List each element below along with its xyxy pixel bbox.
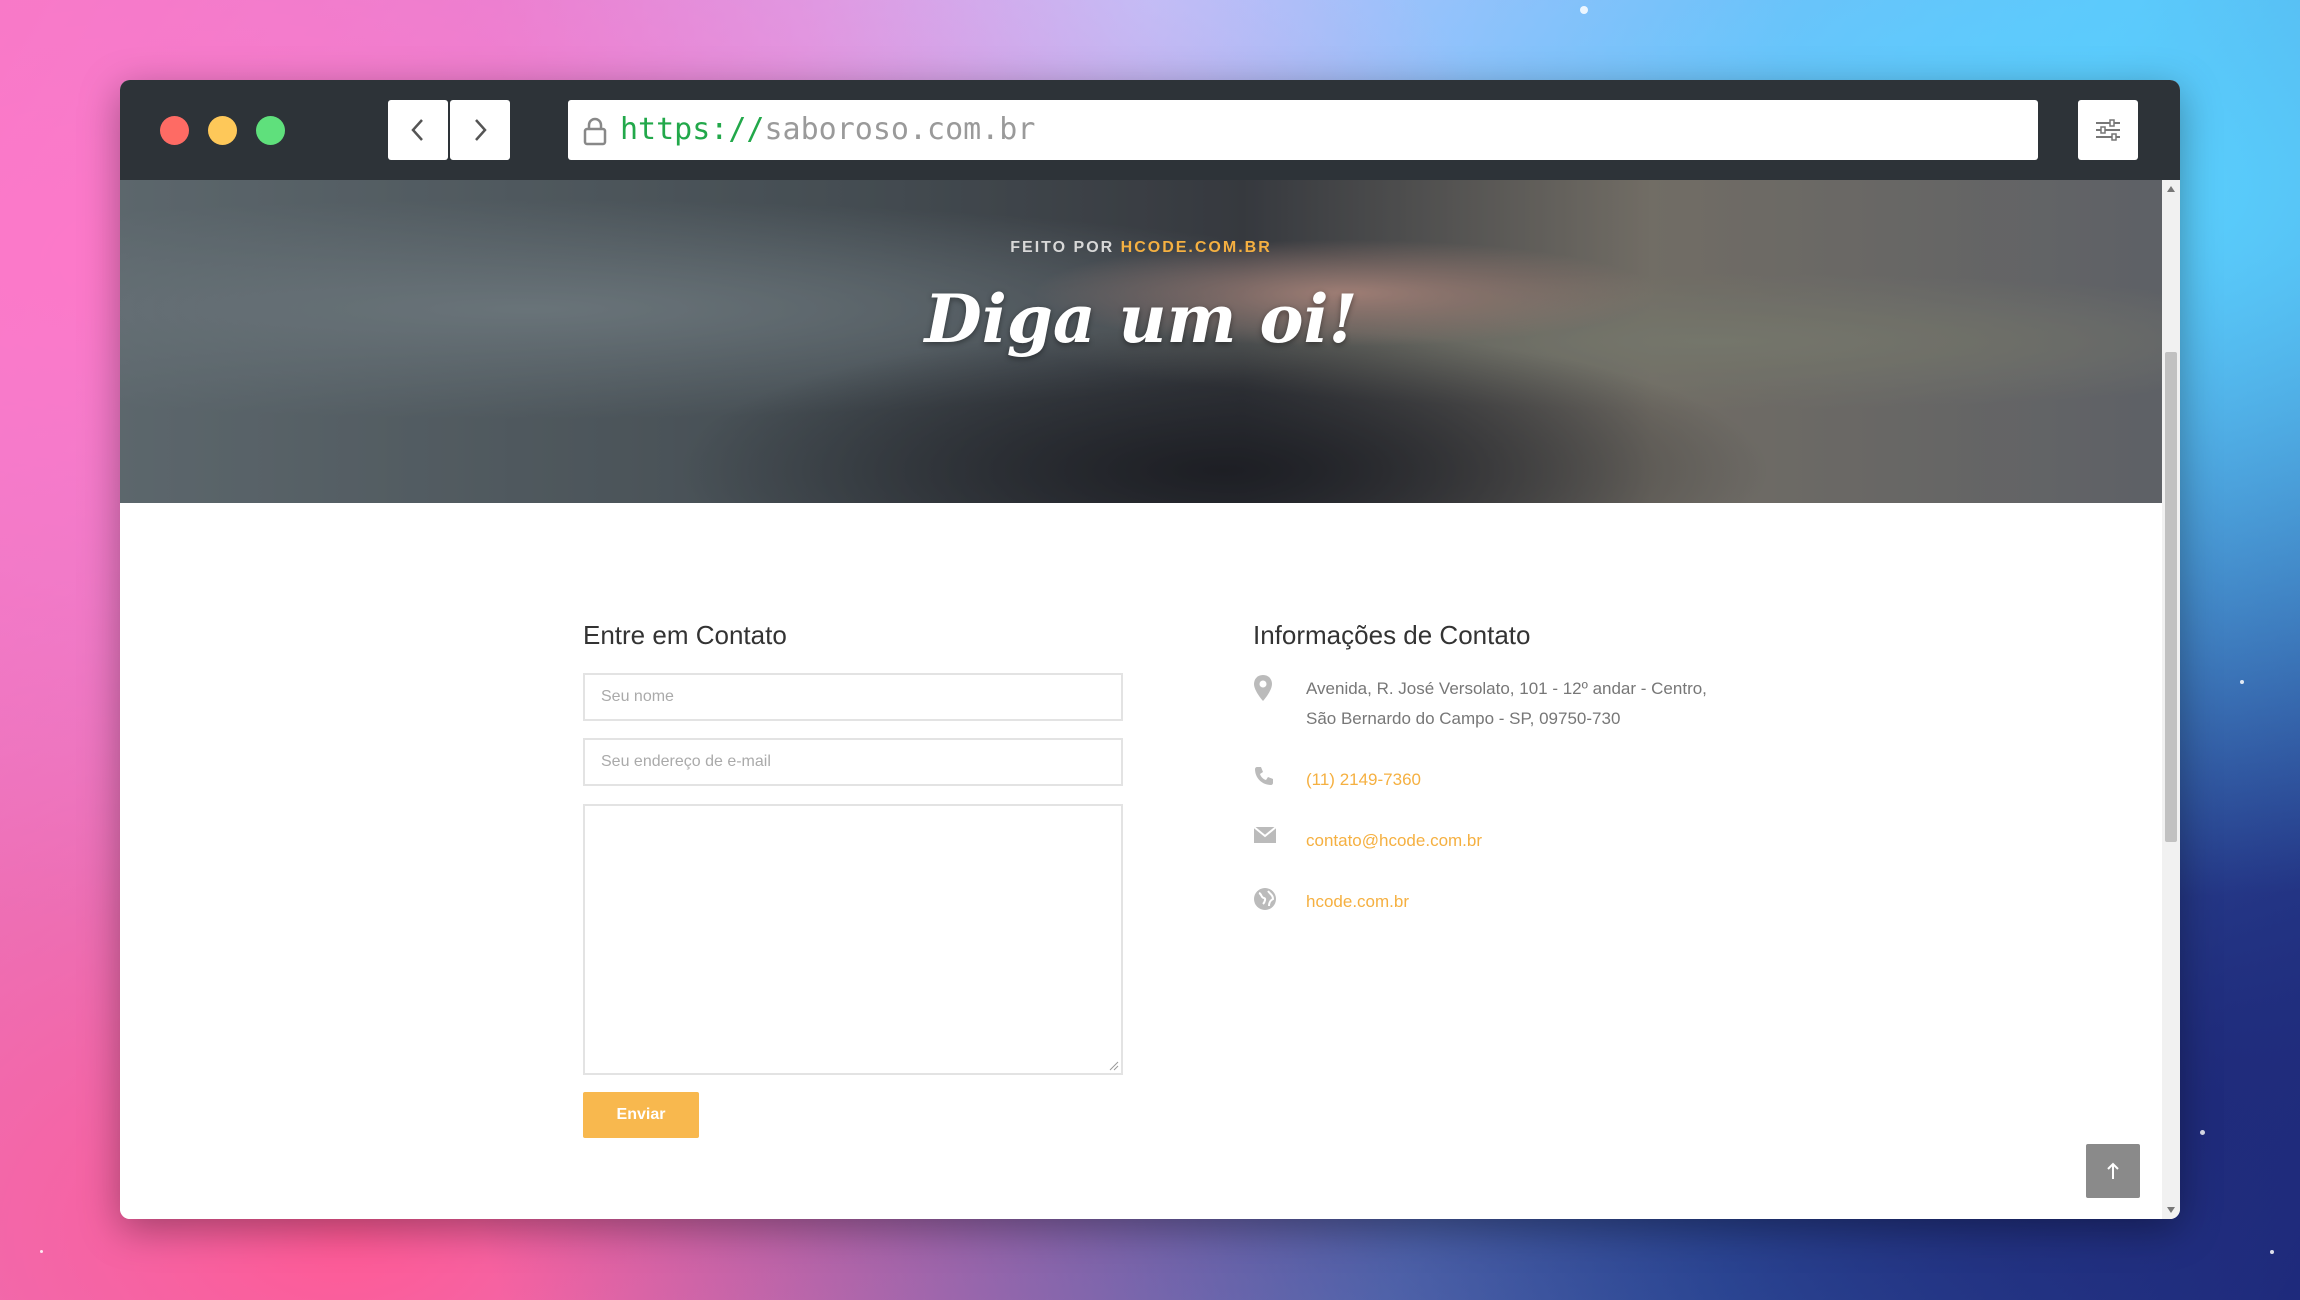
scroll-up-arrow[interactable] [2167, 186, 2175, 192]
background-sparkle [40, 1250, 43, 1253]
address-line-2: São Bernardo do Campo - SP, 09750-730 [1306, 709, 1621, 728]
background-sparkle [1580, 6, 1588, 14]
website-row: hcode.com.br [1253, 887, 1409, 917]
scroll-down-arrow[interactable] [2167, 1207, 2175, 1213]
message-textarea[interactable] [583, 804, 1123, 1075]
name-input[interactable]: Seu nome [583, 673, 1123, 721]
chevron-left-icon [411, 119, 423, 141]
address-line-1: Avenida, R. José Versolato, 101 - 12º an… [1306, 679, 1707, 698]
settings-button[interactable] [2078, 100, 2138, 160]
maximize-window-button[interactable] [256, 116, 285, 145]
address-bar[interactable]: https://saboroso.com.br [568, 100, 2038, 160]
made-by-brand-link[interactable]: HCODE.COM.BR [1121, 239, 1272, 256]
background-sparkle [2240, 680, 2244, 684]
forward-button[interactable] [450, 100, 510, 160]
phone-icon [1253, 765, 1289, 795]
page-scrollbar[interactable] [2162, 180, 2180, 1219]
hero-title: Diga um oi! [924, 280, 1358, 358]
map-pin-icon [1253, 674, 1289, 704]
made-by-prefix: FEITO POR [1010, 239, 1115, 256]
browser-window: https://saboroso.com.br FEITO POR HCODE.… [120, 80, 2180, 1219]
background-sparkle [2200, 1130, 2205, 1135]
hero-banner: FEITO POR HCODE.COM.BR Diga um oi! [120, 180, 2162, 503]
lock-icon [583, 117, 607, 146]
url-protocol: https:// [620, 112, 765, 147]
background-sparkle [2270, 1250, 2274, 1254]
close-window-button[interactable] [160, 116, 189, 145]
url-text: https://saboroso.com.br [620, 112, 1035, 148]
contact-form-title: Entre em Contato [583, 620, 787, 650]
url-host: saboroso.com.br [764, 112, 1036, 147]
contact-info-title: Informações de Contato [1253, 620, 1531, 650]
arrow-up-icon [2107, 1162, 2119, 1179]
globe-icon [1253, 887, 1289, 917]
back-button[interactable] [388, 100, 448, 160]
back-to-top-button[interactable] [2086, 1144, 2140, 1198]
phone-row: (11) 2149-7360 [1253, 765, 1421, 795]
address-text: Avenida, R. José Versolato, 101 - 12º an… [1306, 674, 1707, 734]
hero-made-by: FEITO POR HCODE.COM.BR [120, 239, 2162, 257]
email-link[interactable]: contato@hcode.com.br [1306, 826, 1482, 856]
submit-button[interactable]: Enviar [583, 1092, 699, 1138]
page-viewport: FEITO POR HCODE.COM.BR Diga um oi! Entre… [120, 180, 2162, 1219]
chevron-right-icon [475, 119, 487, 141]
envelope-icon [1253, 826, 1289, 856]
scroll-thumb[interactable] [2165, 352, 2177, 842]
phone-link[interactable]: (11) 2149-7360 [1306, 765, 1421, 795]
email-row: contato@hcode.com.br [1253, 826, 1482, 856]
minimize-window-button[interactable] [208, 116, 237, 145]
website-link[interactable]: hcode.com.br [1306, 887, 1409, 917]
browser-toolbar: https://saboroso.com.br [120, 80, 2180, 180]
resize-grip-icon[interactable] [1109, 1061, 1119, 1071]
email-input[interactable]: Seu endereço de e-mail [583, 738, 1123, 786]
address-row: Avenida, R. José Versolato, 101 - 12º an… [1253, 674, 1707, 734]
sliders-icon [2096, 119, 2120, 141]
